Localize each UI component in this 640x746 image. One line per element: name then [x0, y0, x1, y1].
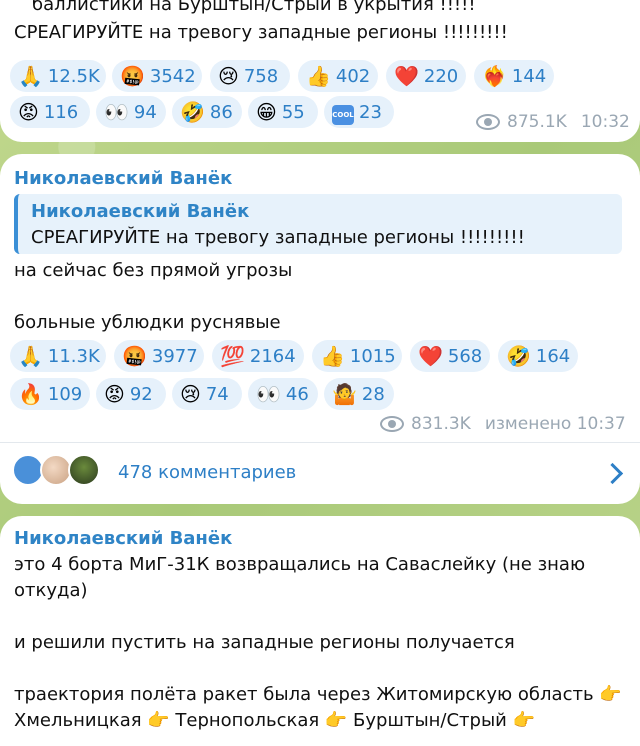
message-bubble: Николаевский Ванёк это 4 борта МиГ-31К в… — [0, 516, 640, 746]
divider — [0, 442, 640, 443]
reaction-count: 92 — [129, 383, 153, 405]
reaction-thumbs-up[interactable]: 👍 402 — [298, 60, 378, 92]
fire-icon: 🔥 — [18, 382, 43, 406]
pray-icon: 🙏 — [18, 64, 43, 88]
reply-author: Николаевский Ванёк — [31, 201, 250, 222]
message-text: больные ублюдки руснявые — [14, 312, 281, 333]
reaction-count: 3542 — [149, 65, 196, 87]
reaction-count: 758 — [243, 65, 279, 87]
author-name[interactable]: Николаевский Ванёк — [14, 168, 232, 189]
reaction-count: 11.3K — [47, 345, 100, 367]
reaction-count: 402 — [335, 65, 371, 87]
cursing-face-icon: 🤬 — [122, 344, 147, 368]
reaction-fire[interactable]: 🔥 109 — [10, 378, 90, 410]
view-count: 875.1K — [507, 112, 567, 132]
reaction-rofl[interactable]: 🤣 164 — [498, 340, 578, 372]
reaction-count: 109 — [47, 383, 83, 405]
message-text: это 4 борта МиГ-31К возвращались на Сава… — [14, 554, 586, 575]
reaction-count: 28 — [361, 383, 385, 405]
reaction-count: 220 — [423, 65, 459, 87]
thumbs-up-icon: 👍 — [320, 344, 345, 368]
reaction-count: 568 — [447, 345, 483, 367]
reaction-rofl[interactable]: 🤣 86 — [172, 96, 242, 128]
reaction-heart-on-fire[interactable]: ❤️‍🔥 144 — [474, 60, 554, 92]
eye-icon — [380, 416, 404, 432]
reaction-hundred[interactable]: 💯 2164 — [212, 340, 304, 372]
heart-icon: ❤️ — [418, 344, 443, 368]
message-text: на сейчас без прямой угрозы — [14, 260, 293, 281]
reaction-heart[interactable]: ❤️ 220 — [386, 60, 466, 92]
crying-face-icon: 😢 — [218, 64, 239, 88]
reaction-count: 86 — [209, 101, 233, 123]
reaction-count: 1015 — [349, 345, 396, 367]
reaction-cool[interactable]: COOL 23 — [324, 96, 394, 128]
eyes-icon: 👀 — [256, 382, 281, 406]
crying-face-icon: 😢 — [180, 382, 201, 406]
message-meta: 875.1K 10:32 — [476, 112, 630, 132]
reaction-count: 144 — [511, 65, 547, 87]
angry-face-icon: 😡 — [18, 100, 39, 124]
message-text: и решили пустить на западные регионы пол… — [14, 632, 515, 653]
hundred-icon: 💯 — [220, 344, 245, 368]
shrug-icon: 🤷 — [332, 382, 357, 406]
reaction-count: 55 — [281, 101, 305, 123]
eye-icon — [476, 114, 500, 130]
reaction-cursing[interactable]: 🤬 3542 — [112, 60, 202, 92]
reaction-shrug[interactable]: 🤷 28 — [324, 378, 394, 410]
reaction-count: 23 — [359, 101, 382, 123]
author-name[interactable]: Николаевский Ванёк — [14, 528, 232, 549]
reaction-count: 12.5K — [47, 65, 100, 87]
reaction-thumbs-up[interactable]: 👍 1015 — [312, 340, 402, 372]
message-text: Хмельницкая 👉 Тернопольская 👉 Бурштын/Ст… — [14, 710, 536, 731]
reaction-count: 2164 — [249, 345, 296, 367]
reaction-heart[interactable]: ❤️ 568 — [410, 340, 490, 372]
cool-badge: COOL — [332, 104, 354, 125]
avatar — [68, 454, 100, 486]
message-text: СРЕАГИРУЙТЕ на тревогу западные регионы … — [14, 22, 508, 43]
pray-icon: 🙏 — [18, 344, 43, 368]
rofl-icon: 🤣 — [506, 344, 531, 368]
message-time: 10:32 — [580, 112, 630, 132]
reaction-cry[interactable]: 😢 74 — [172, 378, 242, 410]
chevron-right-icon — [601, 462, 624, 485]
reaction-pray[interactable]: 🙏 11.3K — [10, 340, 106, 372]
reaction-angry[interactable]: 😡 92 — [96, 378, 166, 410]
reaction-cry[interactable]: 😢 758 — [210, 60, 290, 92]
eyes-icon: 👀 — [104, 100, 129, 124]
angry-face-icon: 😡 — [104, 382, 125, 406]
reaction-grin[interactable]: 😁 55 — [248, 96, 318, 128]
reaction-angry[interactable]: 😡 116 — [10, 96, 90, 128]
message-meta: 831.3K изменено 10:37 — [380, 414, 626, 434]
edited-time: изменено 10:37 — [484, 414, 626, 434]
message-text: откуда) — [14, 580, 88, 601]
reaction-count: 116 — [43, 101, 79, 123]
cursing-face-icon: 🤬 — [120, 64, 145, 88]
heart-on-fire-icon: ❤️‍🔥 — [482, 64, 507, 88]
reaction-pray[interactable]: 🙏 12.5K — [10, 60, 106, 92]
reaction-cursing[interactable]: 🤬 3977 — [114, 340, 204, 372]
reaction-count: 94 — [133, 101, 157, 123]
cool-icon: COOL — [332, 100, 354, 125]
reaction-count: 3977 — [151, 345, 198, 367]
thumbs-up-icon: 👍 — [306, 64, 331, 88]
grin-icon: 😁 — [256, 100, 277, 124]
message-text: траектория полёта ракет была через Житом… — [14, 684, 622, 705]
reply-text: СРЕАГИРУЙТЕ на тревогу западные регионы … — [31, 227, 525, 248]
reaction-count: 164 — [535, 345, 571, 367]
view-count: 831.3K — [411, 414, 471, 434]
reaction-count: 74 — [205, 383, 229, 405]
message-bubble: баллистики на Бурштын/Стрый в укрытия !!… — [0, 0, 640, 142]
reaction-count: 46 — [285, 383, 309, 405]
reply-quote[interactable]: Николаевский Ванёк СРЕАГИРУЙТЕ на тревог… — [14, 194, 622, 254]
heart-icon: ❤️ — [394, 64, 419, 88]
comments-row[interactable]: 478 комментариев — [0, 444, 640, 500]
rofl-icon: 🤣 — [180, 100, 205, 124]
message-text: баллистики на Бурштын/Стрый в укрытия !!… — [32, 0, 476, 15]
reaction-eyes[interactable]: 👀 94 — [96, 96, 166, 128]
reaction-eyes[interactable]: 👀 46 — [248, 378, 318, 410]
comments-link[interactable]: 478 комментариев — [118, 462, 296, 483]
